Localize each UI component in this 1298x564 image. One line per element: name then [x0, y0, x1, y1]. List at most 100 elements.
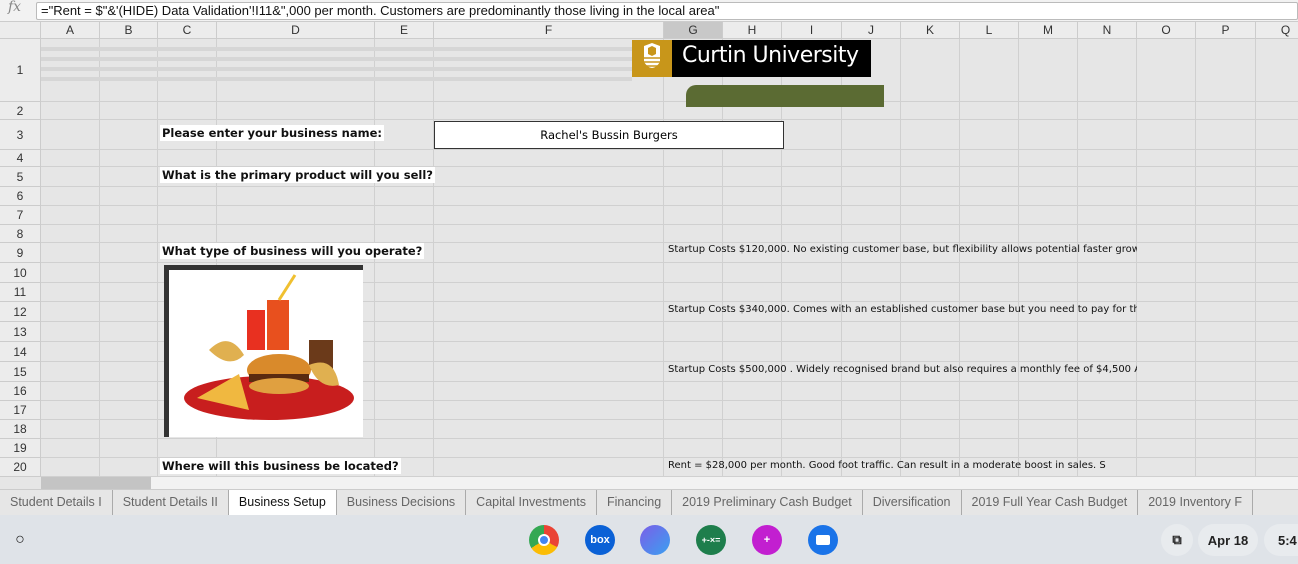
row-header-2[interactable]: 2 — [0, 102, 41, 120]
sheet-tab[interactable]: Student Details I — [0, 490, 113, 515]
row-header-17[interactable]: 17 — [0, 401, 41, 420]
copilot-icon[interactable] — [640, 525, 670, 555]
gridline — [1077, 39, 1078, 477]
row-header-16[interactable]: 16 — [0, 382, 41, 401]
logo-text: Curtin University — [682, 43, 859, 68]
chrome-icon[interactable] — [529, 525, 559, 555]
column-header-a[interactable]: A — [41, 22, 100, 39]
scrollbar-thumb[interactable] — [41, 477, 151, 489]
header-band — [41, 77, 632, 81]
gridline — [1195, 39, 1196, 477]
column-header-h[interactable]: H — [723, 22, 782, 39]
gridline — [41, 119, 1298, 120]
sheet-tab[interactable]: 2019 Full Year Cash Budget — [962, 490, 1139, 515]
calculator-icon[interactable]: +-×= — [696, 525, 726, 555]
row-header-7[interactable]: 7 — [0, 206, 41, 225]
gridline — [41, 101, 1298, 102]
row-header-12[interactable]: 12 — [0, 302, 41, 322]
column-header-c[interactable]: C — [158, 22, 217, 39]
header-band — [41, 67, 632, 71]
sheet-tab[interactable]: Diversification — [863, 490, 962, 515]
system-shelf: ○ box +-×= + ⧉ Apr 18 5:4 — [0, 515, 1298, 564]
location-description: Rent = $28,000 per month. Good foot traf… — [668, 460, 1106, 471]
location-label: Where will this business be located? — [160, 458, 401, 474]
column-header-b[interactable]: B — [100, 22, 158, 39]
header-band — [41, 47, 632, 51]
formula-input[interactable]: ="Rent = $"&'(HIDE) Data Validation'!I11… — [36, 2, 1298, 20]
date[interactable]: Apr 18 — [1198, 524, 1258, 556]
column-header-m[interactable]: M — [1019, 22, 1078, 39]
gridline — [1136, 39, 1137, 477]
horizontal-scrollbar[interactable] — [41, 477, 1298, 489]
column-header-q[interactable]: Q — [1256, 22, 1298, 39]
sheet-tab[interactable]: Business Setup — [228, 490, 337, 515]
column-header-k[interactable]: K — [901, 22, 960, 39]
gridline — [41, 149, 1298, 150]
gridline — [41, 186, 1298, 187]
column-header-i[interactable]: I — [782, 22, 842, 39]
column-header-g[interactable]: G — [664, 22, 723, 39]
column-header-o[interactable]: O — [1137, 22, 1196, 39]
sheet-tab[interactable]: Business Decisions — [337, 490, 467, 515]
gridline — [41, 262, 1298, 263]
business-type-label: What type of business will you operate? — [160, 243, 425, 259]
business-name-input[interactable]: Rachel's Bussin Burgers — [434, 121, 784, 149]
sheet-tab[interactable]: 2019 Inventory F — [1138, 490, 1253, 515]
primary-product-label: What is the primary product will you sel… — [160, 167, 435, 183]
files-icon[interactable] — [808, 525, 838, 555]
row-header-3[interactable]: 3 — [0, 120, 41, 150]
sheet-tab[interactable]: Financing — [597, 490, 673, 515]
row-header-14[interactable]: 14 — [0, 342, 41, 362]
sheet-tab[interactable]: Capital Investments — [466, 490, 597, 515]
gridline — [41, 224, 1298, 225]
row-header-9[interactable]: 9 — [0, 243, 41, 263]
sheet-tab[interactable]: Student Details II — [113, 490, 229, 515]
screen-capture-icon[interactable]: ⧉ — [1161, 524, 1193, 556]
gridline — [433, 39, 434, 477]
row-header-11[interactable]: 11 — [0, 283, 41, 302]
row-header-8[interactable]: 8 — [0, 225, 41, 243]
clock[interactable]: 5:4 — [1264, 524, 1298, 556]
fast-food-image — [164, 265, 363, 437]
column-header-f[interactable]: F — [434, 22, 664, 39]
gridline — [663, 39, 664, 477]
green-banner — [686, 85, 884, 107]
box-icon[interactable]: box — [585, 525, 615, 555]
header-band — [41, 57, 632, 61]
row-header-20[interactable]: 20 — [0, 458, 41, 477]
column-header-d[interactable]: D — [217, 22, 375, 39]
column-header-n[interactable]: N — [1078, 22, 1137, 39]
sheet-tabs: Student Details I Student Details II Busin… — [0, 489, 1298, 515]
gridline — [1255, 39, 1256, 477]
row-header-5[interactable]: 5 — [0, 167, 41, 187]
launcher-icon[interactable]: ○ — [6, 526, 34, 554]
gridline — [959, 39, 960, 477]
formula-bar: fx ="Rent = $"&'(HIDE) Data Validation'!… — [0, 0, 1298, 22]
row-header-15[interactable]: 15 — [0, 362, 41, 382]
curtin-logo: Curtin University — [632, 40, 871, 77]
sheet-tab[interactable]: 2019 Preliminary Cash Budget — [672, 490, 863, 515]
column-header-p[interactable]: P — [1196, 22, 1256, 39]
option-franchise: Startup Costs $500,000 . Widely recognis… — [668, 364, 1137, 375]
function-icon: fx — [8, 0, 22, 15]
canvas-icon[interactable]: + — [752, 525, 782, 555]
select-all-corner[interactable] — [0, 22, 41, 39]
column-header-j[interactable]: J — [842, 22, 901, 39]
row-header-13[interactable]: 13 — [0, 322, 41, 342]
crest-icon — [632, 40, 672, 77]
row-header-18[interactable]: 18 — [0, 420, 41, 439]
row-header-10[interactable]: 10 — [0, 263, 41, 283]
row-header-1[interactable]: 1 — [0, 39, 41, 102]
column-header-l[interactable]: L — [960, 22, 1019, 39]
row-header-19[interactable]: 19 — [0, 439, 41, 458]
gridline — [900, 39, 901, 477]
option-new-business: Startup Costs $120,000. No existing cust… — [668, 244, 1137, 255]
gridline — [1018, 39, 1019, 477]
column-header-e[interactable]: E — [375, 22, 434, 39]
gridline — [157, 39, 158, 477]
row-header-4[interactable]: 4 — [0, 150, 41, 167]
row-header-6[interactable]: 6 — [0, 187, 41, 206]
gridline — [99, 39, 100, 477]
gridline — [41, 205, 1298, 206]
option-existing-business: Startup Costs $340,000. Comes with an es… — [668, 304, 1137, 315]
